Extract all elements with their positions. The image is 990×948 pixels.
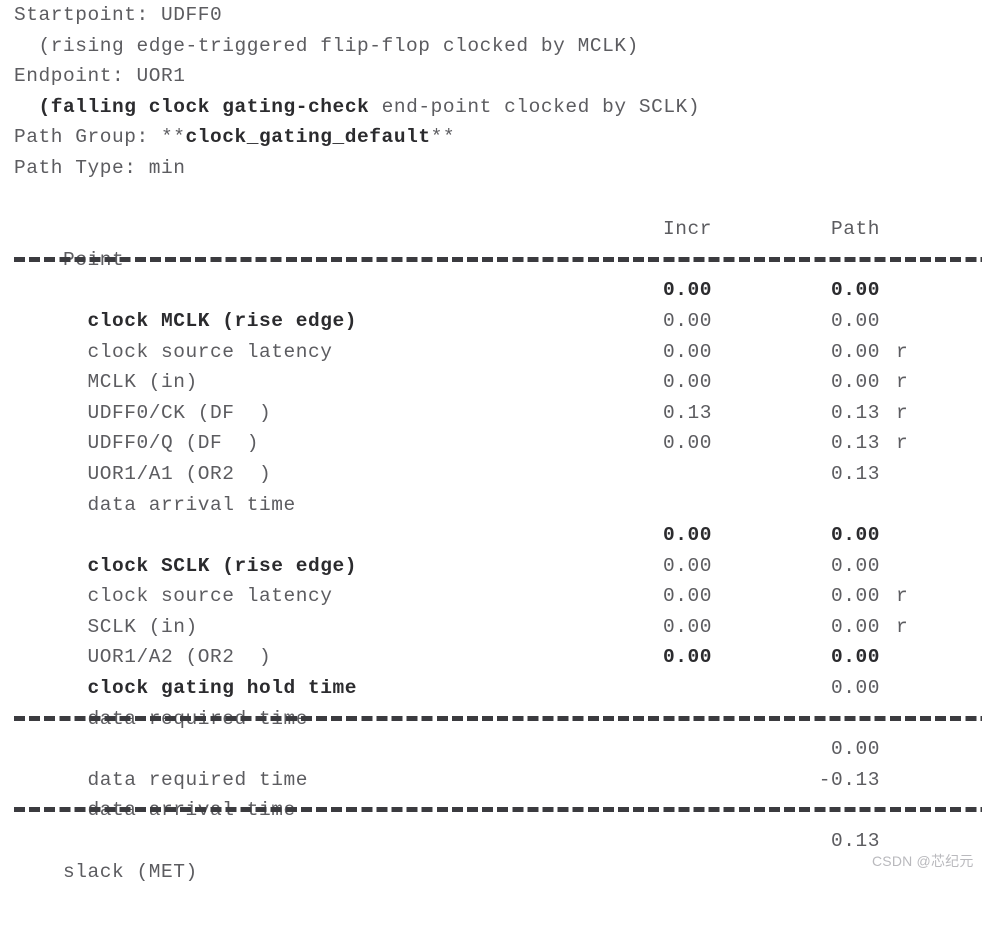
csdn-watermark: CSDN @芯纪元	[872, 853, 974, 869]
table-row-data-arrival-time: data arrival time 0.13	[0, 459, 990, 516]
report-header-line-path-group: Path Group: **clock_gating_default**	[0, 122, 990, 153]
report-header-line: Endpoint: UOR1	[14, 65, 186, 88]
table-top-rule	[0, 245, 990, 276]
row-path: 0.00	[830, 279, 880, 302]
slack-value: 0.13	[830, 830, 880, 853]
slack-top-rule	[0, 795, 990, 826]
timing-report: Startpoint: UDFF0 (rising edge-triggered…	[0, 0, 990, 883]
row-path: 0.00	[830, 554, 880, 577]
row-path: 0.00	[830, 371, 880, 394]
table-row: UOR1/A2 (OR2 ) 0.00 0.00 r	[0, 612, 990, 669]
row-path: 0.13	[830, 401, 880, 424]
launch-path-rows: clock MCLK (rise edge) 0.00 0.00 clock s…	[0, 275, 990, 516]
row-path: 0.13	[830, 432, 880, 455]
summary-row-data-arrival-time: data arrival time -0.13	[0, 765, 990, 822]
row-edge-flag: r	[896, 371, 909, 394]
dashed-rule-line	[14, 807, 982, 813]
report-header: Startpoint: UDFF0 (rising edge-triggered…	[0, 0, 990, 184]
row-path: 0.00	[830, 309, 880, 332]
table-row-data-required-time: data required time 0.00	[0, 673, 990, 730]
row-path: 0.00	[830, 585, 880, 608]
endpoint-detail-suffix: end-point clocked by SCLK)	[369, 95, 701, 118]
capture-path-rows: clock SCLK (rise edge) 0.00 0.00 clock s…	[0, 520, 990, 730]
row-edge-flag: r	[896, 401, 909, 424]
row-edge-flag: r	[896, 432, 909, 455]
endpoint-detail-emphasis: (falling clock gating-check	[38, 95, 370, 118]
row-path: 0.00	[830, 615, 880, 638]
row-path: 0.00	[830, 646, 880, 669]
table-row: clock source latency 0.00 0.00	[0, 551, 990, 608]
path-group-name: clock_gating_default	[185, 126, 431, 149]
header-table-gap	[0, 184, 990, 215]
table-column-headers: Point Incr Path	[0, 214, 990, 271]
row-path: 0.00	[830, 677, 880, 700]
slack-label: slack (MET)	[63, 860, 198, 883]
slack-row: slack (MET) 0.13	[0, 826, 990, 883]
table-row: clock MCLK (rise edge) 0.00 0.00	[0, 275, 990, 332]
table-row: UOR1/A1 (OR2 ) 0.00 0.13 r	[0, 428, 990, 485]
summary-rows: data required time 0.00 data arrival tim…	[0, 734, 990, 822]
row-path: -0.13	[818, 768, 880, 791]
summary-top-rule	[0, 704, 990, 735]
row-edge-flag: r	[896, 585, 909, 608]
table-row: clock source latency 0.00 0.00	[0, 306, 990, 363]
table-row: UDFF0/CK (DF ) 0.00 0.00 r	[0, 367, 990, 424]
report-header-line: Path Type: min	[14, 156, 186, 179]
row-path: 0.00	[830, 340, 880, 363]
report-header-line-endpoint-detail: (falling clock gating-check end-point cl…	[0, 92, 990, 123]
endpoint-detail-prefix	[14, 96, 39, 118]
table-row: SCLK (in) 0.00 0.00 r	[0, 581, 990, 638]
summary-row-data-required-time: data required time 0.00	[0, 734, 990, 791]
table-row: MCLK (in) 0.00 0.00 r	[0, 337, 990, 394]
dashed-rule-line	[14, 715, 982, 721]
row-path: 0.00	[830, 738, 880, 761]
path-group-suffix: **	[430, 126, 456, 149]
row-path: 0.13	[830, 462, 880, 485]
table-row-clock-gating-hold-time: clock gating hold time 0.00 0.00	[0, 642, 990, 699]
report-header-line: (rising edge-triggered flip-flop clocked…	[14, 34, 639, 57]
table-row: clock SCLK (rise edge) 0.00 0.00	[0, 520, 990, 577]
column-header-path: Path	[830, 218, 880, 241]
dashed-rule-line	[14, 256, 982, 262]
row-edge-flag: r	[896, 340, 909, 363]
report-header-line: Startpoint: UDFF0	[14, 4, 223, 26]
row-edge-flag: r	[896, 615, 909, 638]
table-row: UDFF0/Q (DF ) 0.13 0.13 r	[0, 398, 990, 455]
row-point: data arrival time	[87, 493, 296, 516]
row-path: 0.00	[830, 524, 880, 547]
path-group-prefix: Path Group: **	[14, 126, 186, 149]
